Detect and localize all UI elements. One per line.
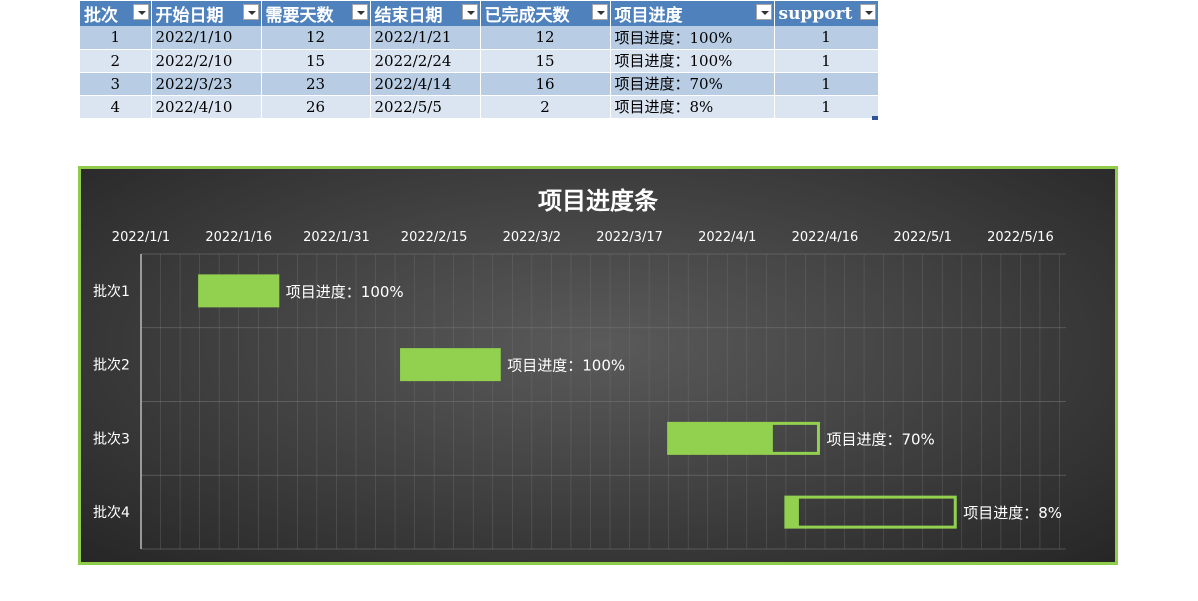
table-cell[interactable]: 2022/4/14 [370,72,481,96]
header-label: 项目进度 [614,6,683,26]
filter-dropdown-icon[interactable] [859,4,876,20]
table-cell[interactable]: 2022/1/21 [370,26,481,50]
task-outline-bar[interactable] [784,495,957,529]
table-cell[interactable]: 2022/5/5 [370,95,481,119]
task-progress-bar[interactable] [785,497,799,528]
y-category-label: 批次1 [93,284,130,300]
chart-title: 项目进度条 [538,187,659,215]
data-table: 批次 开始日期 需要天数 结束日期 已完成天数 项目进度 support 1 2… [80,1,879,119]
table-cell[interactable]: 2022/4/10 [151,95,262,119]
task-data-label: 项目进度：8% [963,504,1062,522]
table-cell[interactable]: 15 [261,49,371,73]
task-progress-bar[interactable] [668,423,773,454]
header-label: support [778,3,853,24]
table-row: 2 2022/2/10 15 2022/2/24 15 项目进度：100% 1 [80,49,879,73]
x-tick-label: 2022/1/16 [205,230,272,245]
table-cell[interactable]: 2022/2/24 [370,49,481,73]
y-axis: 批次1 批次2 批次3 批次4 [93,284,130,521]
x-tick-label: 2022/3/2 [503,230,561,245]
task-progress-bar[interactable] [199,275,278,306]
table-cell[interactable]: 3 [80,72,152,96]
table-row: 3 2022/3/23 23 2022/4/14 16 项目进度：70% 1 [80,72,879,96]
x-tick-label: 2022/5/16 [987,230,1054,245]
header-start-date[interactable]: 开始日期 [151,1,262,26]
x-tick-label: 2022/4/1 [698,230,756,245]
gridlines [140,253,1066,550]
filter-dropdown-icon[interactable] [132,4,149,20]
header-batch[interactable]: 批次 [80,1,152,26]
filter-dropdown-icon[interactable] [755,4,772,20]
table-cell[interactable]: 2022/3/23 [151,72,262,96]
table-row: 1 2022/1/10 12 2022/1/21 12 项目进度：100% 1 [80,26,879,50]
header-support[interactable]: support [774,1,879,26]
table-cell[interactable]: 项目进度：70% [610,72,775,96]
header-days-done[interactable]: 已完成天数 [480,1,611,26]
task-progress-bar[interactable] [401,349,500,380]
table-cell[interactable]: 2 [480,95,611,119]
header-label: 批次 [84,6,118,26]
header-label: 需要天数 [265,6,334,26]
table-cell[interactable]: 项目进度：100% [610,26,775,50]
header-label: 开始日期 [155,6,224,26]
filter-dropdown-icon[interactable] [591,4,608,20]
table-cell[interactable]: 2 [80,49,152,73]
table-cell[interactable]: 项目进度：8% [610,95,775,119]
table-cell[interactable]: 1 [774,95,879,119]
table-cell[interactable]: 23 [261,72,371,96]
table-cell[interactable]: 26 [261,95,371,119]
header-days-needed[interactable]: 需要天数 [261,1,371,26]
header-end-date[interactable]: 结束日期 [370,1,481,26]
table-cell[interactable]: 4 [80,95,152,119]
table-cell[interactable]: 2022/1/10 [151,26,262,50]
table-cell[interactable]: 项目进度：100% [610,49,775,73]
table-cell[interactable]: 15 [480,49,611,73]
task-data-label: 项目进度：100% [286,283,404,301]
x-tick-label: 2022/2/15 [401,230,468,245]
chart-canvas: 2022/1/1 2022/1/16 2022/1/31 2022/2/15 2022/… [93,187,1066,550]
gantt-chart[interactable]: 2022/1/1 2022/1/16 2022/1/31 2022/2/15 2022/… [78,166,1118,565]
table-header-row: 批次 开始日期 需要天数 结束日期 已完成天数 项目进度 support [80,1,879,26]
table-cell[interactable]: 1 [774,72,879,96]
filter-dropdown-icon[interactable] [461,4,478,20]
x-tick-label: 2022/5/1 [893,230,951,245]
table-cell[interactable]: 1 [774,26,879,50]
x-tick-label: 2022/1/31 [303,230,370,245]
y-category-label: 批次2 [93,358,130,374]
x-tick-label: 2022/4/16 [792,230,859,245]
table-cell[interactable]: 16 [480,72,611,96]
table-cell[interactable]: 2022/2/10 [151,49,262,73]
x-tick-label: 2022/1/1 [112,230,170,245]
filter-dropdown-icon[interactable] [351,4,368,20]
table-cell[interactable]: 12 [261,26,371,50]
y-category-label: 批次4 [93,505,130,521]
task-data-label: 项目进度：100% [507,357,625,375]
table-resize-handle[interactable] [872,116,878,120]
header-progress[interactable]: 项目进度 [610,1,775,26]
table-cell[interactable]: 12 [480,26,611,50]
table-row: 4 2022/4/10 26 2022/5/5 2 项目进度：8% 1 [80,95,879,119]
header-label: 已完成天数 [484,6,570,26]
table-cell[interactable]: 1 [80,26,152,50]
table-cell[interactable]: 1 [774,49,879,73]
x-axis: 2022/1/1 2022/1/16 2022/1/31 2022/2/15 2022/… [112,230,1054,245]
y-category-label: 批次3 [93,431,130,447]
task-data-label: 项目进度：70% [826,430,934,448]
x-tick-label: 2022/3/17 [596,230,663,245]
filter-dropdown-icon[interactable] [242,4,259,20]
header-label: 结束日期 [374,6,443,26]
